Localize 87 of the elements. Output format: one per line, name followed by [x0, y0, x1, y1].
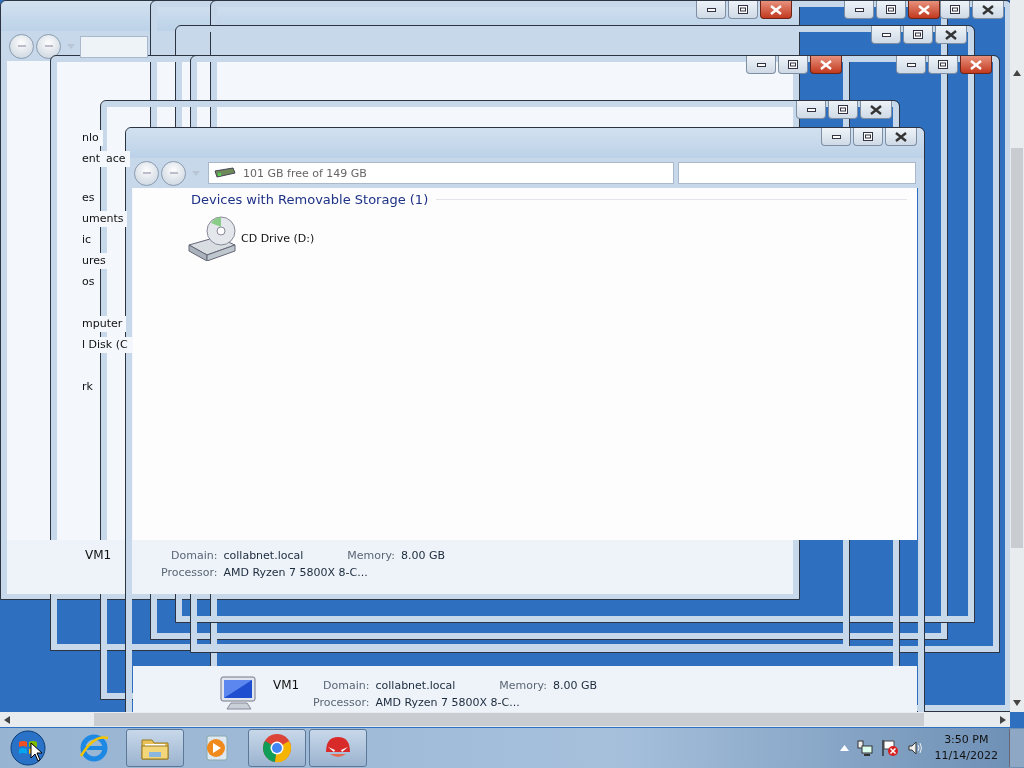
- close-icon: [982, 4, 994, 15]
- maximize-button[interactable]: [903, 26, 933, 44]
- cd-drive-icon: [187, 215, 239, 261]
- scroll-thumb[interactable]: [1011, 148, 1023, 548]
- minimize-icon: [881, 32, 891, 37]
- flag-error-icon[interactable]: [880, 739, 899, 757]
- close-button[interactable]: [885, 128, 917, 146]
- field-label: Processor:: [161, 566, 218, 579]
- field-label: Memory:: [347, 549, 395, 562]
- speaker-icon[interactable]: [906, 740, 923, 756]
- taskbar-button[interactable]: [248, 729, 306, 767]
- maximize-icon: [950, 5, 960, 14]
- field-value: 8.00 GB: [400, 549, 446, 562]
- clock[interactable]: 3:50 PM 11/14/2022: [930, 732, 1002, 764]
- field-value: AMD Ryzen 7 5800X 8-C...: [375, 695, 521, 709]
- field-label: Domain:: [323, 678, 370, 692]
- address-bar[interactable]: 101 GB free of 149 GB: [208, 162, 674, 184]
- show-hidden-icons-icon[interactable]: [839, 745, 849, 751]
- minimize-icon: [806, 107, 816, 112]
- close-icon: [820, 59, 832, 70]
- maximize-icon: [788, 60, 798, 69]
- close-icon: [870, 104, 882, 115]
- maximize-button[interactable]: [778, 56, 808, 74]
- taskbar-button[interactable]: [126, 729, 184, 767]
- minimize-icon: [706, 7, 716, 12]
- minimize-icon: [906, 62, 916, 67]
- minimize-button[interactable]: [796, 101, 826, 119]
- scroll-thumb[interactable]: [94, 713, 924, 726]
- maximize-button[interactable]: [940, 1, 970, 19]
- globe-icon: [78, 732, 110, 764]
- maximize-button[interactable]: [828, 101, 858, 119]
- field-label: Processor:: [313, 695, 370, 709]
- minimize-icon: [756, 62, 766, 67]
- field-value: 8.00 GB: [552, 678, 598, 692]
- minimize-button[interactable]: [896, 56, 926, 74]
- maximize-icon: [886, 5, 896, 14]
- cursor-icon: [30, 742, 44, 762]
- scroll-up-icon: [1013, 70, 1021, 76]
- horizontal-scrollbar[interactable]: [0, 712, 1010, 727]
- search-field[interactable]: [678, 162, 916, 184]
- maximize-button[interactable]: [876, 1, 906, 19]
- close-button[interactable]: [935, 26, 967, 44]
- vertical-scrollbar[interactable]: [1010, 0, 1024, 712]
- computer-name: VM1: [273, 677, 301, 692]
- drive-item[interactable]: CD Drive (D:): [185, 213, 317, 263]
- sidebar-item[interactable]: ace: [102, 151, 130, 167]
- close-icon: [918, 4, 930, 15]
- drive-icon: [213, 167, 237, 179]
- maximize-icon: [938, 60, 948, 69]
- maximize-icon: [863, 132, 873, 141]
- close-button[interactable]: [972, 1, 1004, 19]
- maximize-button[interactable]: [928, 56, 958, 74]
- computer-name: VM1: [85, 548, 113, 562]
- minimize-button[interactable]: [696, 1, 726, 19]
- field-label: Memory:: [499, 678, 547, 692]
- free-space-text: 101 GB free of 149 GB: [243, 166, 367, 180]
- close-button[interactable]: [960, 56, 992, 74]
- close-icon: [770, 4, 782, 15]
- maximize-icon: [838, 105, 848, 114]
- minimize-button[interactable]: [871, 26, 901, 44]
- scroll-left-icon: [4, 715, 10, 724]
- minimize-icon: [831, 134, 841, 139]
- scroll-down-icon: [1013, 700, 1021, 706]
- maximize-button[interactable]: [728, 1, 758, 19]
- chrome-icon: [261, 732, 293, 764]
- close-icon: [970, 59, 982, 70]
- minimize-button[interactable]: [821, 128, 851, 146]
- field-value: collabnet.local: [223, 549, 305, 562]
- maximize-icon: [913, 30, 923, 39]
- maximize-button[interactable]: [853, 128, 883, 146]
- field-label: Domain:: [171, 549, 218, 562]
- field-value: collabnet.local: [375, 678, 457, 692]
- maximize-icon: [738, 5, 748, 14]
- close-button[interactable]: [810, 56, 842, 74]
- minimize-button[interactable]: [746, 56, 776, 74]
- minimize-icon: [854, 7, 864, 12]
- group-header[interactable]: Devices with Removable Storage (1): [191, 192, 429, 207]
- close-button[interactable]: [760, 1, 792, 19]
- minimize-button[interactable]: [844, 1, 874, 19]
- close-button[interactable]: [860, 101, 892, 119]
- network-icon[interactable]: [856, 740, 873, 756]
- close-icon: [945, 29, 957, 40]
- close-icon: [895, 131, 907, 142]
- taskbar-button[interactable]: [309, 729, 367, 767]
- field-value: AMD Ryzen 7 5800X 8-C...: [223, 566, 369, 579]
- close-button[interactable]: [908, 1, 940, 19]
- scroll-right-icon: [1000, 715, 1006, 724]
